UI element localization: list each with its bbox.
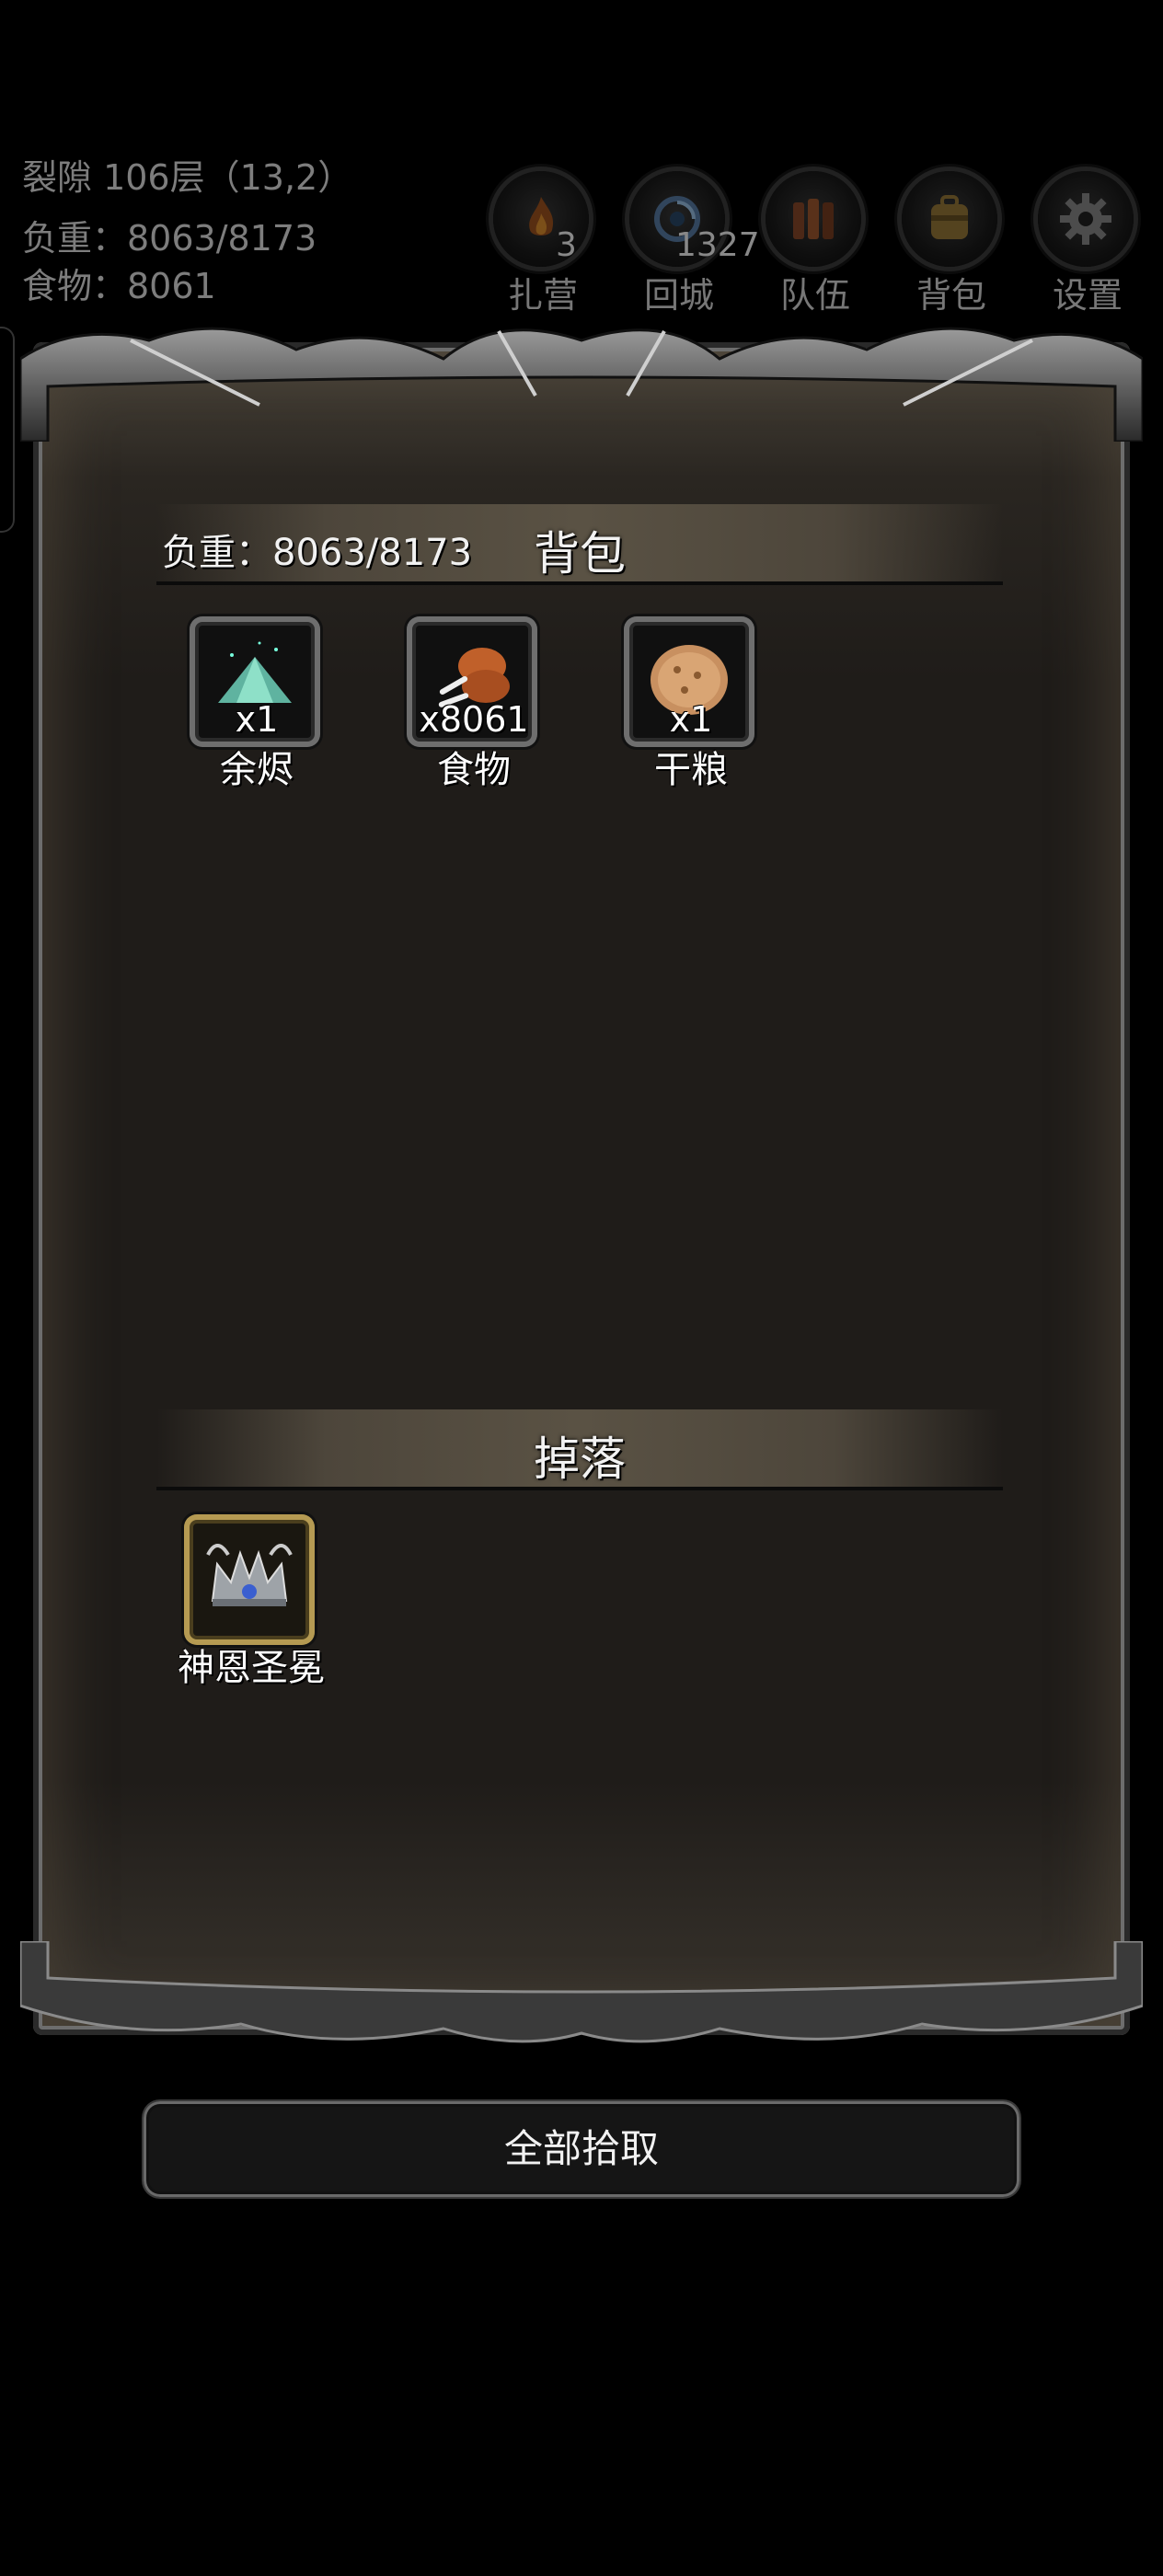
drop-slot-crown[interactable]: 神恩圣冕 <box>178 1514 325 1689</box>
ornate-frame-top <box>20 327 1143 442</box>
ornate-frame-bottom <box>20 1941 1143 2043</box>
item-slot-dry-ration[interactable]: x1 干粮 <box>622 616 760 791</box>
backpack-icon <box>902 171 997 267</box>
item-qty: x1 <box>669 699 713 740</box>
drops-title: 掉落 <box>534 1432 626 1486</box>
load-text: 负重：8063/8173 <box>22 218 317 259</box>
inventory-panel <box>33 342 1130 2035</box>
backpack-title: 背包 <box>534 527 626 581</box>
crown-icon <box>206 1544 293 1606</box>
team-icon <box>766 171 861 267</box>
item-name: 食物 <box>437 749 511 791</box>
item-name: 余烬 <box>220 749 294 791</box>
camp-count: 3 <box>556 226 577 264</box>
item-name: 干粮 <box>654 749 728 791</box>
drops-header: 掉落 <box>156 1409 1003 1490</box>
item-slot-ember[interactable]: x1 余烬 <box>188 616 326 791</box>
item-slot-food[interactable]: x8061 食物 <box>405 616 543 791</box>
drop-name: 神恩圣冕 <box>178 1647 325 1689</box>
item-qty: x1 <box>235 699 279 740</box>
pick-all-button[interactable]: 全部拾取 <box>144 2101 1019 2197</box>
food-text: 食物：8061 <box>22 266 216 306</box>
return-town-count: 1327 <box>675 226 760 264</box>
item-qty: x8061 <box>419 699 529 740</box>
location-text: 裂隙 106层（13,2） <box>22 157 353 198</box>
side-panel-edge[interactable] <box>0 327 15 533</box>
backpack-header: 负重：8063/8173 背包 <box>156 504 1003 585</box>
gear-icon <box>1038 171 1134 267</box>
